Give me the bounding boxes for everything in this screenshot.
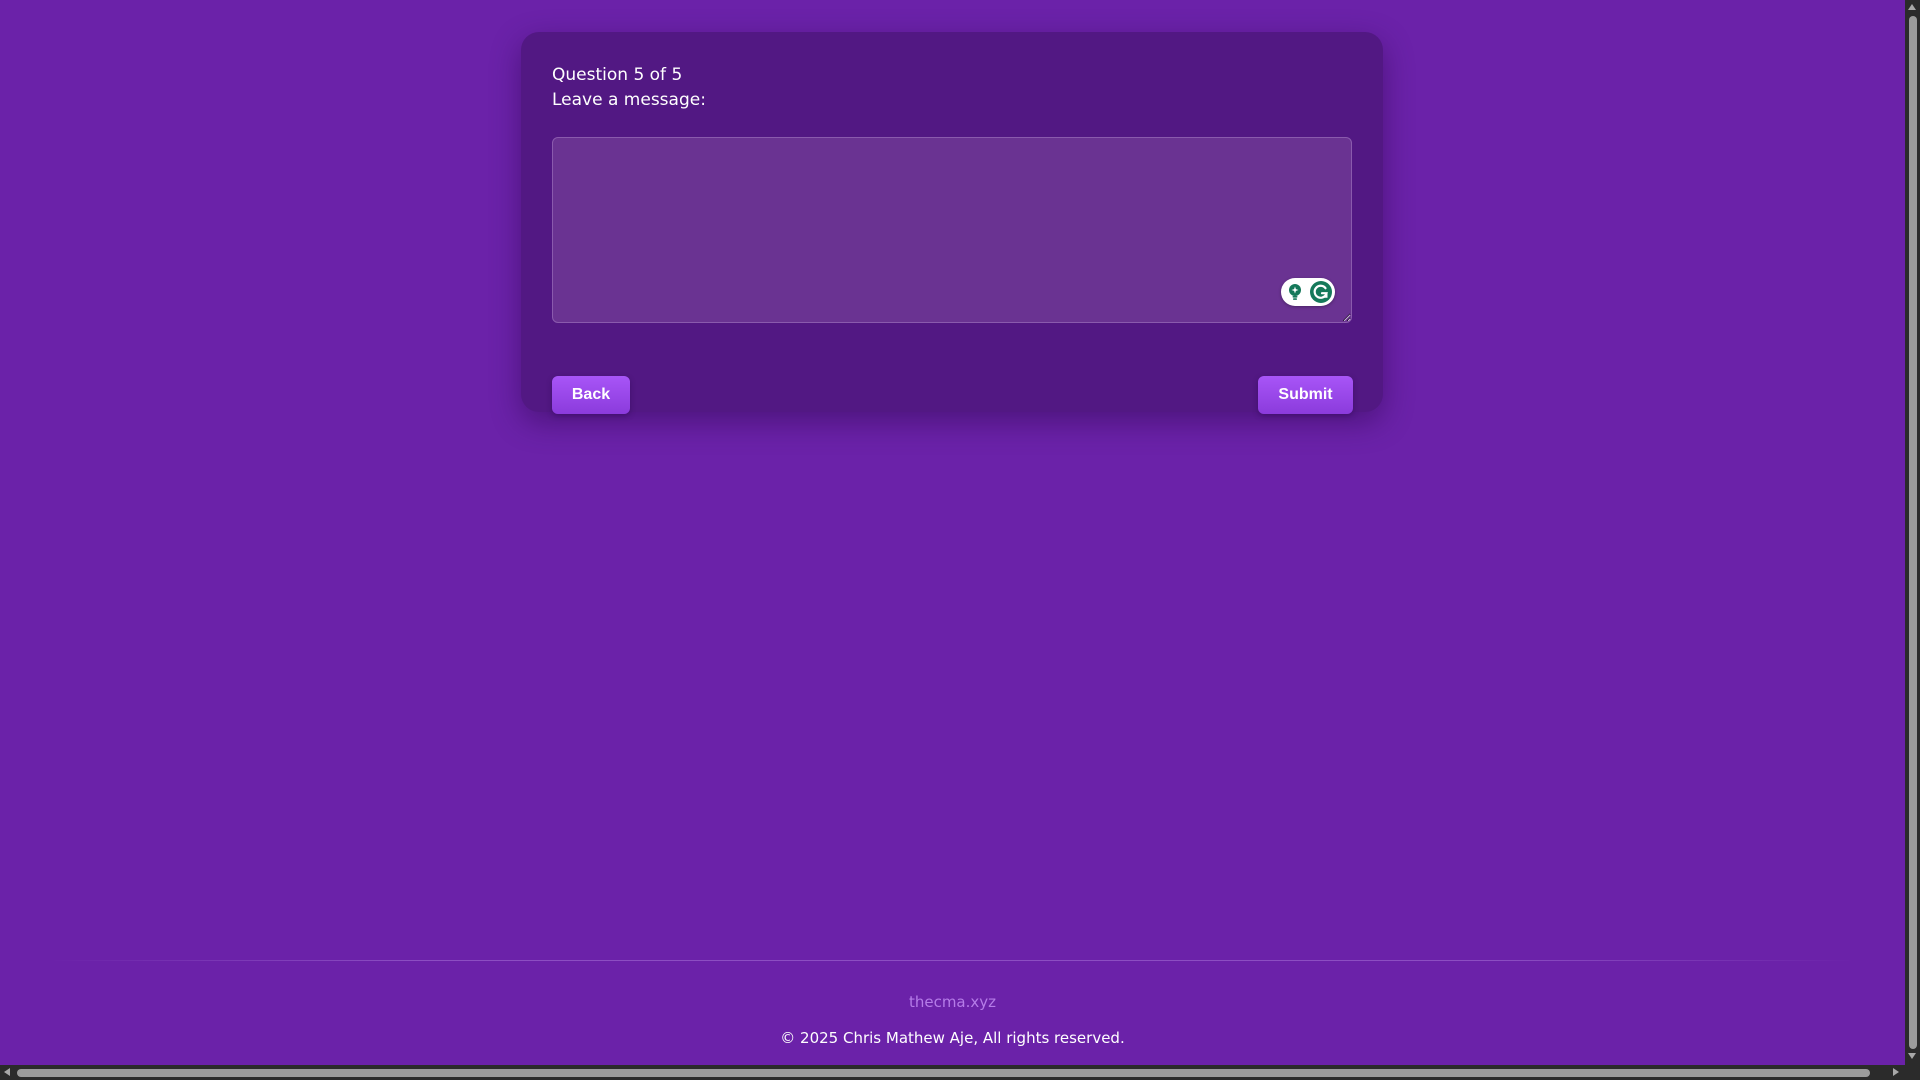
scroll-down-arrow-icon[interactable] xyxy=(1908,1053,1916,1059)
submit-button[interactable]: Submit xyxy=(1258,376,1353,414)
question-text: Leave a message: xyxy=(552,90,706,110)
question-card: Question 5 of 5 Leave a message: Back Su… xyxy=(521,32,1383,414)
scroll-right-arrow-icon[interactable] xyxy=(1893,1068,1899,1076)
message-field-wrapper xyxy=(552,137,1352,323)
footer-divider xyxy=(50,960,1855,961)
lightbulb-icon[interactable] xyxy=(1286,283,1304,301)
grammarly-icon[interactable] xyxy=(1310,281,1332,303)
horizontal-scroll-thumb[interactable] xyxy=(17,1069,1870,1077)
footer-copyright: © 2025 Chris Mathew Aje, All rights rese… xyxy=(780,1029,1125,1047)
message-textarea[interactable] xyxy=(552,137,1352,323)
back-button[interactable]: Back xyxy=(552,376,630,414)
page: Question 5 of 5 Leave a message: Back Su… xyxy=(0,0,1920,1080)
scroll-left-arrow-icon[interactable] xyxy=(4,1068,10,1076)
horizontal-scrollbar[interactable] xyxy=(0,1065,1905,1080)
question-progress: Question 5 of 5 xyxy=(552,65,683,85)
footer-site-link[interactable]: thecma.xyz xyxy=(0,993,1905,1011)
scroll-up-arrow-icon[interactable] xyxy=(1908,4,1916,10)
writing-assistant-widget[interactable] xyxy=(1281,278,1335,306)
vertical-scroll-thumb[interactable] xyxy=(1909,16,1917,1049)
vertical-scrollbar[interactable] xyxy=(1905,0,1920,1065)
viewport: Question 5 of 5 Leave a message: Back Su… xyxy=(0,0,1905,1065)
scrollbar-corner xyxy=(1905,1065,1920,1080)
